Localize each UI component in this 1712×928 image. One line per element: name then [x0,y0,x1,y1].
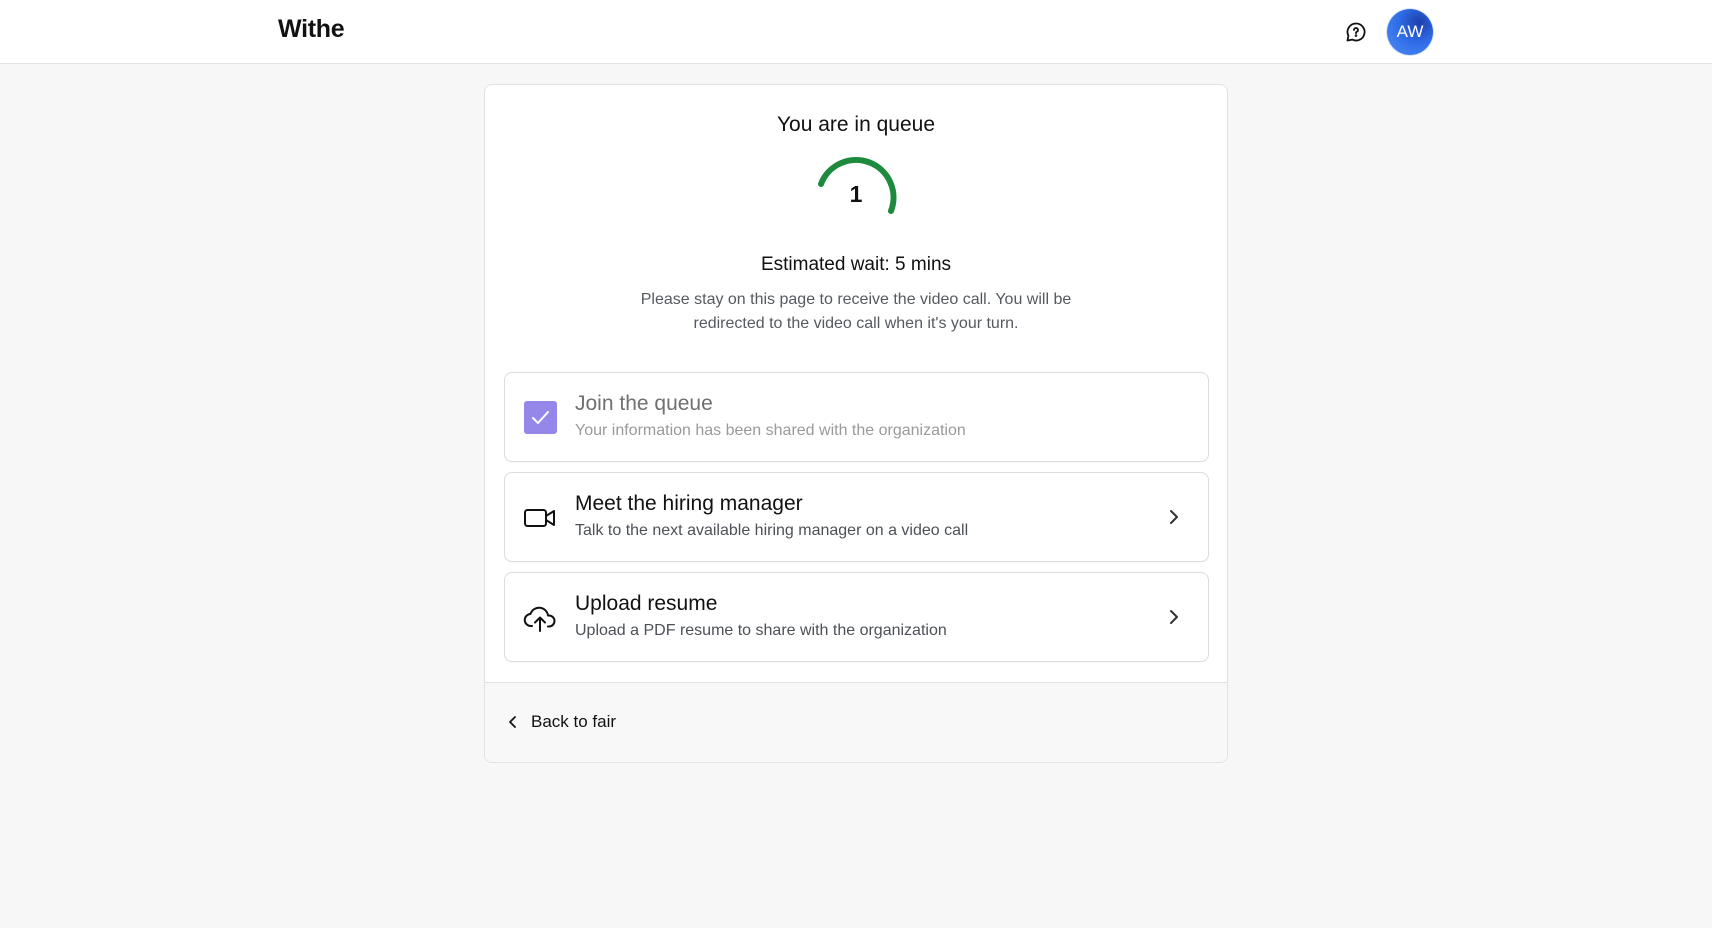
top-bar: Withe AW [0,0,1712,64]
queue-card: You are in queue 1 Estimated wait: 5 min… [484,84,1228,763]
queue-title: You are in queue [776,113,936,136]
queue-position: 1 [849,181,863,207]
page: Withe AW You are in queue 1 Estimated wa… [0,0,1712,928]
checkbox-checked-icon [524,401,557,434]
step-join-queue: Join the queue Your information has been… [504,372,1209,462]
step-subtitle: Your information has been shared with th… [575,422,966,439]
step-meet-hiring-manager[interactable]: Meet the hiring manager Talk to the next… [504,472,1209,562]
brand-logo[interactable]: Withe [278,15,345,44]
step-subtitle: Upload a PDF resume to share with the or… [575,622,947,639]
step-title: Upload resume [575,592,718,615]
step-title: Meet the hiring manager [575,492,803,515]
chevron-right-icon [1170,610,1178,624]
chevron-left-icon [509,716,516,728]
card-footer: Back to fair [485,682,1227,762]
cloud-upload-icon [523,606,556,632]
step-upload-resume[interactable]: Upload resume Upload a PDF resume to sha… [504,572,1209,662]
queue-info-text: Please stay on this page to receive the … [640,291,1072,332]
estimated-wait: Estimated wait: 5 mins [760,254,952,275]
chat-icon[interactable] [1344,20,1368,44]
step-subtitle: Talk to the next available hiring manage… [575,522,969,539]
back-link-label: Back to fair [531,712,617,731]
chevron-right-icon [1170,510,1178,524]
back-to-fair-link[interactable]: Back to fair [505,712,616,732]
avatar[interactable]: AW [1387,9,1433,55]
step-title: Join the queue [575,392,713,415]
video-camera-icon [524,509,555,527]
